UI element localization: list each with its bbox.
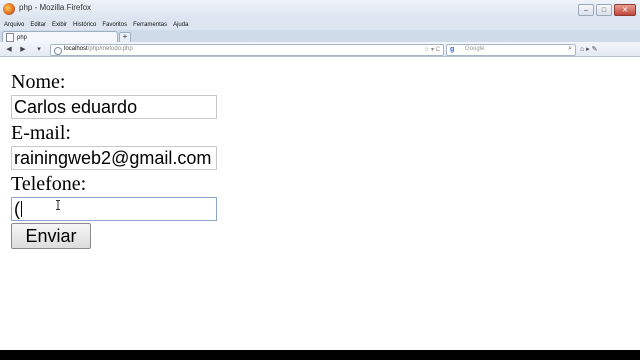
menu-arquivo[interactable]: Arquivo	[4, 22, 24, 28]
menu-bar: Arquivo Editar Exibir Histórico Favorito…	[0, 20, 640, 30]
history-dropdown-icon[interactable]: ▾	[34, 45, 44, 54]
url-path: /php/metodo.php	[87, 46, 133, 52]
window-title: php - Mozilla Firefox	[19, 3, 92, 12]
email-label: E-mail:	[11, 122, 71, 144]
telefone-label: Telefone:	[11, 173, 87, 195]
tab-strip: php +	[0, 30, 640, 43]
navigation-bar: ◀ ▶ ▾ localhost/php/metodo.php ☆ ▾ C g G…	[0, 42, 640, 57]
url-text: localhost/php/metodo.php	[64, 46, 133, 52]
firefox-logo-icon	[3, 3, 15, 15]
bookmark-star-icon[interactable]: ☆ ▾ C	[424, 46, 440, 53]
ibeam-cursor-icon	[56, 200, 60, 210]
menu-historico[interactable]: Histórico	[73, 22, 96, 28]
enviar-button[interactable]: Enviar	[11, 223, 91, 249]
back-button[interactable]: ◀	[4, 45, 14, 54]
forward-button[interactable]: ▶	[18, 45, 28, 54]
text-caret	[21, 201, 22, 217]
telefone-input[interactable]: (	[11, 197, 217, 221]
minimize-button[interactable]: –	[578, 4, 594, 16]
bottom-letterbox	[0, 350, 640, 360]
menu-exibir[interactable]: Exibir	[52, 22, 67, 28]
search-bar[interactable]: g Google ⌕	[446, 44, 576, 56]
url-host: localhost	[64, 46, 88, 52]
url-bar[interactable]: localhost/php/metodo.php ☆ ▾ C	[50, 44, 444, 56]
toolbar-icons[interactable]: ⌂ ▸ ✎	[580, 45, 598, 53]
search-icon[interactable]: ⌕	[568, 45, 572, 53]
email-input[interactable]: rainingweb2@gmail.com	[11, 146, 217, 170]
nome-input[interactable]: Carlos eduardo	[11, 95, 217, 119]
telefone-value: (	[14, 199, 20, 219]
page-icon	[6, 33, 14, 42]
maximize-button[interactable]: □	[596, 4, 612, 16]
menu-ajuda[interactable]: Ajuda	[173, 22, 188, 28]
google-icon[interactable]: g	[450, 46, 454, 53]
menu-ferramentas[interactable]: Ferramentas	[133, 22, 167, 28]
menu-editar[interactable]: Editar	[30, 22, 46, 28]
tab-title: php	[17, 34, 28, 41]
menu-favoritos[interactable]: Favoritos	[102, 22, 127, 28]
globe-icon	[54, 47, 62, 55]
window-titlebar: php - Mozilla Firefox – □ ✕	[0, 0, 640, 20]
nome-label: Nome:	[11, 71, 66, 93]
close-button[interactable]: ✕	[614, 4, 636, 16]
window-controls: – □ ✕	[578, 4, 636, 16]
search-input[interactable]: Google	[465, 46, 484, 52]
